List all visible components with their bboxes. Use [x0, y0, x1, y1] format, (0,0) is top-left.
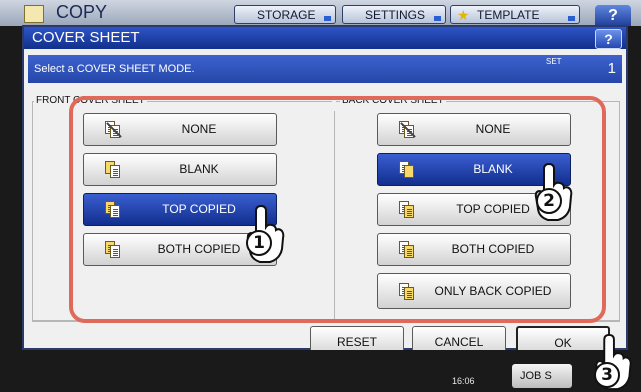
top-copied-icon	[396, 201, 416, 219]
back-both-copied-button[interactable]: BOTH COPIED	[377, 233, 571, 266]
only-back-copied-icon	[396, 283, 416, 301]
step-badge: 2	[536, 188, 562, 214]
help-button[interactable]: ?	[595, 29, 622, 49]
option-label: ONLY BACK COPIED	[434, 283, 552, 298]
back-only-back-copied-button[interactable]: ONLY BACK COPIED	[377, 273, 571, 309]
set-count: 1	[607, 60, 616, 77]
dialog-title-bar: COVER SHEET ?	[24, 27, 626, 49]
message-bar: Select a COVER SHEET MODE. SET 1	[28, 55, 622, 83]
top-bar: COPY STORAGE SETTINGS ★ TEMPLATE ?	[0, 0, 641, 26]
no-cover-icon	[102, 121, 122, 139]
storage-button[interactable]: STORAGE	[234, 5, 336, 24]
option-label: BOTH COPIED	[451, 242, 535, 256]
back-cover-label: BACK COVER SHEET	[340, 95, 446, 106]
storage-label: STORAGE	[257, 8, 316, 22]
template-button[interactable]: ★ TEMPLATE	[450, 5, 580, 24]
option-label: NONE	[181, 122, 217, 136]
blank-cover-icon	[396, 161, 416, 179]
star-icon: ★	[457, 7, 470, 23]
both-copied-icon	[102, 241, 122, 259]
front-blank-button[interactable]: BLANK	[83, 153, 277, 186]
top-help-button[interactable]: ?	[595, 5, 631, 26]
front-cover-label: FRONT COVER SHEET	[34, 95, 147, 106]
blank-cover-icon	[102, 161, 122, 179]
dialog-title: COVER SHEET	[32, 29, 140, 46]
option-label: BLANK	[179, 162, 219, 176]
no-cover-icon	[396, 121, 416, 139]
template-label: TEMPLATE	[477, 8, 540, 22]
back-none-button[interactable]: NONE	[377, 113, 571, 146]
step-badge: 1	[246, 230, 272, 256]
front-none-button[interactable]: NONE	[83, 113, 277, 146]
divider	[334, 111, 335, 321]
instruction-message: Select a COVER SHEET MODE.	[34, 63, 195, 75]
indicator-icon	[434, 16, 441, 21]
both-copied-icon	[396, 241, 416, 259]
clock: 16:06	[452, 376, 475, 386]
copy-icon	[24, 5, 44, 23]
indicator-icon	[324, 16, 331, 21]
top-copied-icon	[102, 201, 122, 219]
settings-button[interactable]: SETTINGS	[342, 5, 446, 24]
set-label: SET	[546, 57, 562, 66]
step-badge: 3	[594, 362, 620, 388]
option-label: NONE	[475, 122, 511, 136]
app-title: COPY	[56, 2, 108, 22]
settings-label: SETTINGS	[365, 8, 426, 22]
job-status-button[interactable]: JOB S	[512, 364, 572, 388]
indicator-icon	[568, 16, 575, 21]
footer-divider	[32, 321, 620, 322]
